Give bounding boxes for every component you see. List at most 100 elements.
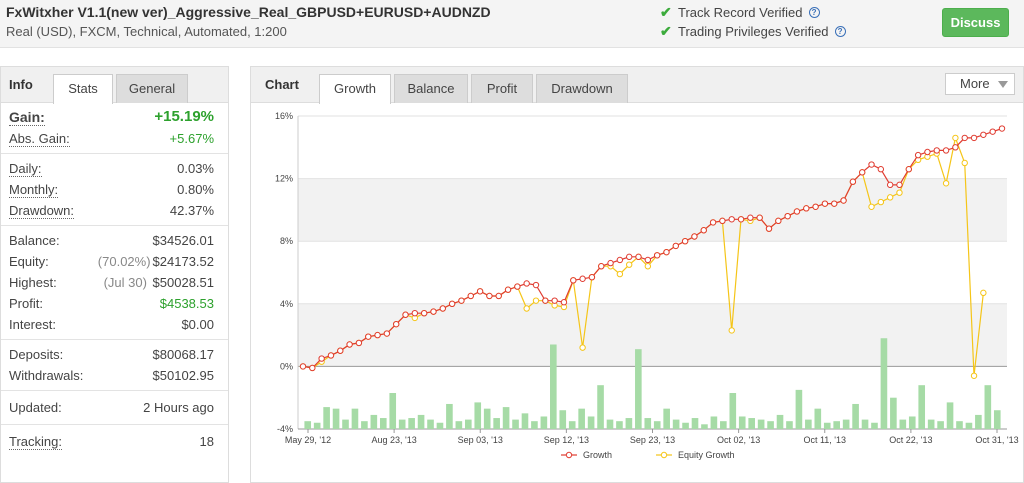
equity-growth-point [942, 180, 950, 187]
growth-point [467, 292, 474, 300]
withdrawals-label: Withdrawals: [9, 368, 84, 383]
growth-point [486, 292, 493, 300]
growth-point [859, 169, 866, 176]
equity-label: Equity: [9, 254, 49, 269]
growth-chart: 16% 12% 8% 4% 0% -4%May 29, '12 Aug 23, '13 Sep… [275, 111, 1019, 460]
tab-profit[interactable]: Profit [471, 74, 533, 103]
x-tick-label: Oct 22, '13 [889, 435, 932, 445]
gain-group: Gain: +15.19% Abs. Gain: +5.67% [1, 103, 228, 154]
volume-bar [559, 410, 567, 429]
drawdown-value: 42.37% [169, 203, 214, 218]
daily-value: 0.03% [177, 161, 214, 176]
abs-gain-label[interactable]: Abs. Gain: [9, 131, 70, 147]
growth-point [868, 161, 875, 168]
chart-title: Chart [265, 77, 299, 92]
growth-point [784, 212, 791, 220]
equity-growth-point [877, 198, 885, 206]
equity-growth-point [728, 327, 735, 334]
growth-point [309, 364, 316, 372]
volume-bar [616, 421, 623, 429]
updated-row: Updated: 2 Hours ago [1, 397, 228, 418]
y-tick-label: -4% [277, 424, 293, 434]
chart-tabbar: Chart Growth Balance Profit Drawdown Mor… [251, 67, 1023, 104]
growth-point [383, 330, 391, 337]
growth-point [598, 263, 605, 270]
growth-point [402, 311, 409, 318]
help-icon[interactable]: ? [834, 25, 846, 37]
tab-stats[interactable]: Stats [53, 74, 113, 104]
growth-point [420, 309, 428, 317]
equity-growth-point [970, 372, 978, 379]
growth-point [542, 297, 549, 304]
growth-point [579, 275, 586, 282]
volume-bar [483, 408, 491, 429]
daily-label[interactable]: Daily: [9, 161, 42, 177]
volume-bar [597, 385, 604, 429]
volume-bar [351, 408, 359, 429]
tab-general[interactable]: General [116, 74, 188, 103]
tab-drawdown[interactable]: Drawdown [536, 74, 628, 103]
growth-point [430, 308, 437, 315]
volume-bar [729, 393, 737, 429]
legend-label: Equity Growth [678, 450, 735, 460]
tab-balance[interactable]: Balance [394, 74, 468, 103]
growth-point [831, 200, 838, 207]
volume-bar [805, 419, 812, 429]
growth-point [607, 259, 614, 267]
transfers-group: Deposits: $80068.17 Withdrawals: $50102.… [1, 340, 228, 391]
profit-row: Profit: $4538.53 [1, 293, 228, 314]
volume-bar [757, 419, 765, 429]
growth-point [551, 297, 558, 304]
legend-label: Growth [583, 450, 612, 460]
gain-row: Gain: +15.19% [1, 107, 228, 128]
growth-point [626, 253, 633, 261]
x-tick-label: Sep 23, '13 [630, 435, 675, 445]
growth-point [514, 283, 521, 290]
growth-point [793, 208, 801, 215]
drawdown-row: Drawdown: 42.37% [1, 200, 228, 221]
tracking-value: 18 [199, 434, 214, 449]
equity-growth-point [896, 189, 903, 196]
volume-bar [710, 416, 718, 429]
volume-bar [493, 418, 500, 429]
volume-bar [786, 421, 793, 429]
interest-row: Interest: $0.00 [1, 314, 228, 335]
help-icon[interactable]: ? [808, 6, 820, 18]
growth-point [989, 128, 996, 135]
volume-bar [965, 422, 973, 429]
discuss-button[interactable]: Discuss [942, 8, 1009, 37]
y-tick-label: 0% [280, 361, 293, 371]
equity-value-cell: (70.02%) $24173.52 [98, 254, 214, 269]
volume-bar [342, 419, 349, 429]
growth-point [812, 203, 819, 210]
plot-band [298, 178, 1007, 242]
y-tick-label: 8% [280, 236, 293, 246]
rates-group: Daily: 0.03% Monthly: 0.80% Drawdown: 42… [1, 154, 228, 226]
gain-label[interactable]: Gain: [9, 109, 45, 126]
volume-bar [890, 397, 897, 429]
growth-point [803, 205, 810, 212]
stats-panel: Info Stats General Gain: +15.19% Abs. Ga… [0, 66, 229, 483]
growth-point [476, 288, 484, 295]
growth-point [933, 147, 940, 154]
drawdown-label[interactable]: Drawdown: [9, 203, 75, 219]
tracking-label[interactable]: Tracking: [9, 434, 62, 450]
monthly-label[interactable]: Monthly: [9, 182, 59, 198]
equity-growth-point [626, 261, 633, 268]
more-dropdown[interactable]: More [945, 73, 1015, 95]
stats-tabbar: Info Stats General [1, 67, 228, 104]
growth-point [756, 214, 763, 221]
growth-point [775, 217, 782, 225]
volume-bar [946, 402, 954, 429]
growth-point [681, 238, 689, 245]
volume-bar [767, 421, 774, 429]
x-tick-label: Oct 31, '13 [975, 435, 1018, 445]
growth-point [747, 214, 754, 221]
volume-bar [908, 416, 916, 429]
tab-growth[interactable]: Growth [319, 74, 391, 104]
volume-bar [313, 422, 321, 429]
equity-growth-point [532, 297, 540, 304]
highest-date: (Jul 30) [103, 275, 147, 290]
volume-bar [578, 408, 585, 429]
x-tick-label: Oct 02, '13 [717, 435, 760, 445]
